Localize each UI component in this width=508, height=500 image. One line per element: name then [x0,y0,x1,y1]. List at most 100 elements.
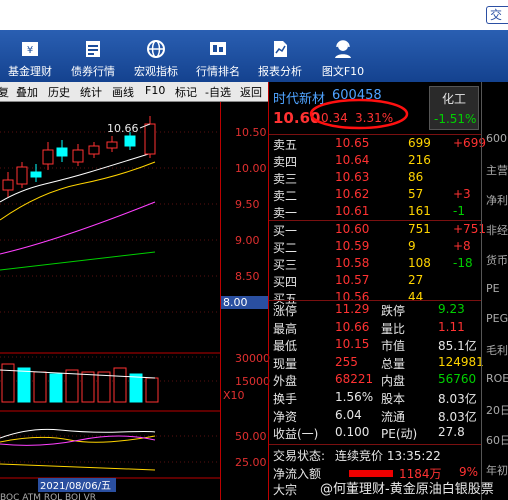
price-tick: 10.00 [235,162,267,175]
svg-text:¥: ¥ [27,45,33,56]
stat-value: 255 [335,354,358,369]
ask-row[interactable]: 卖二 10.62 57 +3 [273,187,478,204]
macro-button[interactable]: 宏观指标 [126,30,186,82]
trade-status-row: 交易状态: 连续竞价 13:35:22 [273,447,478,464]
bid-price: 10.59 [335,239,370,253]
stat-row[interactable]: 涨停 11.29 跌停 9.23 [273,302,478,319]
fund-button[interactable]: ¥ 基金理财 [0,30,60,82]
indicator-tick: 50.00 [235,430,267,443]
bid-row[interactable]: 买二 10.59 9 +8 [273,239,478,256]
stat-row[interactable]: 现量 255 总量 124981 [273,354,484,372]
date-label: 2021/08/06/五 [40,481,111,492]
ask-row[interactable]: 卖一 10.61 161 -1 [273,204,478,221]
side-item: 年初 [486,464,508,477]
stat-row[interactable]: 净资 6.04 流通 8.03亿 [273,408,478,425]
stat-value: 124981 [438,354,484,369]
bid-label: 买二 [273,241,298,255]
stat-value: 9.23 [438,302,465,316]
subbar-f10[interactable]: F10 [145,84,165,97]
volume-bar [113,367,127,403]
subbar-history[interactable]: 历史 [48,84,70,100]
volume-bar [17,367,31,403]
subbar-restore[interactable]: 复 [0,84,9,100]
bid-price: 10.58 [335,256,370,270]
bond-button[interactable]: 债券行情 [63,30,123,82]
subbar-overlay[interactable]: 叠加 [16,84,38,100]
subbar-back[interactable]: 返回 [240,84,262,100]
candle [72,149,84,163]
stat-row[interactable]: 外盘 68221 内盘 56760 [273,372,478,389]
flow-label: 净流入额 [273,467,322,481]
candle [124,135,136,147]
block-label: 大宗 [273,483,298,497]
stat-label: 量比 [381,321,406,336]
trade-button[interactable]: 交 [486,6,508,24]
price-tick: 8.50 [235,270,260,283]
stat-value: 56760 [438,372,477,387]
globe-icon [147,40,165,58]
candle [2,179,14,191]
stat-value: 8.03亿 [438,409,477,424]
volume-bar [97,371,111,403]
stat-label: 现量 [273,356,298,371]
side-item: 主营 [486,164,508,177]
ask-row[interactable]: 卖三 10.63 86 [273,170,478,187]
divider [269,134,482,135]
stat-row[interactable]: 最高 10.66 量比 1.11 [273,320,478,337]
side-item: 货币 [486,254,508,267]
stat-label: 总量 [381,356,406,371]
indicator-line-3 [0,435,156,446]
grid [0,131,220,463]
stat-value: 0.100 [335,425,370,440]
report-button[interactable]: 报表分析 [250,30,310,82]
volume-bar [129,373,143,403]
cursor-value: 8.00 [221,296,268,309]
candle [42,149,54,165]
bid-volume: 751 [408,222,431,236]
flow-bar [349,470,393,477]
subbar-draw[interactable]: 画线 [112,84,134,100]
ask-row[interactable]: 卖四 10.64 216 [273,153,478,170]
stat-value: 11.29 [335,302,370,316]
f10-button[interactable]: 图文F10 [312,30,374,82]
stat-value: 1.56% [335,390,374,404]
ask-label: 卖一 [273,206,298,220]
stat-label: 换手 [273,392,298,406]
title-bar: 交 [0,0,508,30]
bid-price: 10.57 [335,273,370,287]
ask-price: 10.64 [335,153,370,167]
stat-row[interactable]: 最低 10.15 市值 85.1亿 [273,337,478,354]
stat-label: 流通 [381,409,406,424]
ask-volume: 161 [408,204,431,218]
stat-row[interactable]: 换手 1.56% 股本 8.03亿 [273,390,478,407]
candle [88,145,100,155]
volume-tick: 30000 [235,352,270,365]
stat-value: 6.04 [335,407,362,422]
chart-subbar: 复 叠加 历史 统计 画线 F10 标记 -自选 返回 [0,82,268,102]
bid-row[interactable]: 买三 10.58 108 -18 [273,256,478,273]
stat-label: 最高 [273,321,298,336]
stat-label: 内盘 [381,374,406,389]
subbar-stats[interactable]: 统计 [80,84,102,100]
ask-volume: 57 [408,187,424,201]
side-item: 毛利 [486,344,508,357]
volume-tick: 15000 [235,375,270,388]
bid-label: 买一 [273,224,298,238]
subbar-mark[interactable]: 标记 [175,84,197,100]
ma60-line [0,251,156,271]
divider [269,220,482,221]
stat-row[interactable]: 收益(一) 0.100 PE(动) 27.8 [273,425,478,442]
ask-label: 卖三 [273,172,298,186]
bid-label: 买四 [273,275,298,289]
index-box[interactable]: 化工 -1.51% [429,86,479,130]
subbar-watchlist[interactable]: -自选 [205,84,231,100]
bid-row[interactable]: 买四 10.57 27 [273,273,478,290]
ask-row[interactable]: 卖五 10.65 699 +699 [273,136,486,153]
index-name: 化工 [442,92,467,106]
bid-row[interactable]: 买一 10.60 751 +751 [273,222,486,239]
price-tick: 9.50 [235,198,260,211]
report-icon [274,41,287,57]
candle [144,123,156,155]
ranking-button[interactable]: 行情排名 [188,30,248,82]
stat-label: 最低 [273,339,298,354]
